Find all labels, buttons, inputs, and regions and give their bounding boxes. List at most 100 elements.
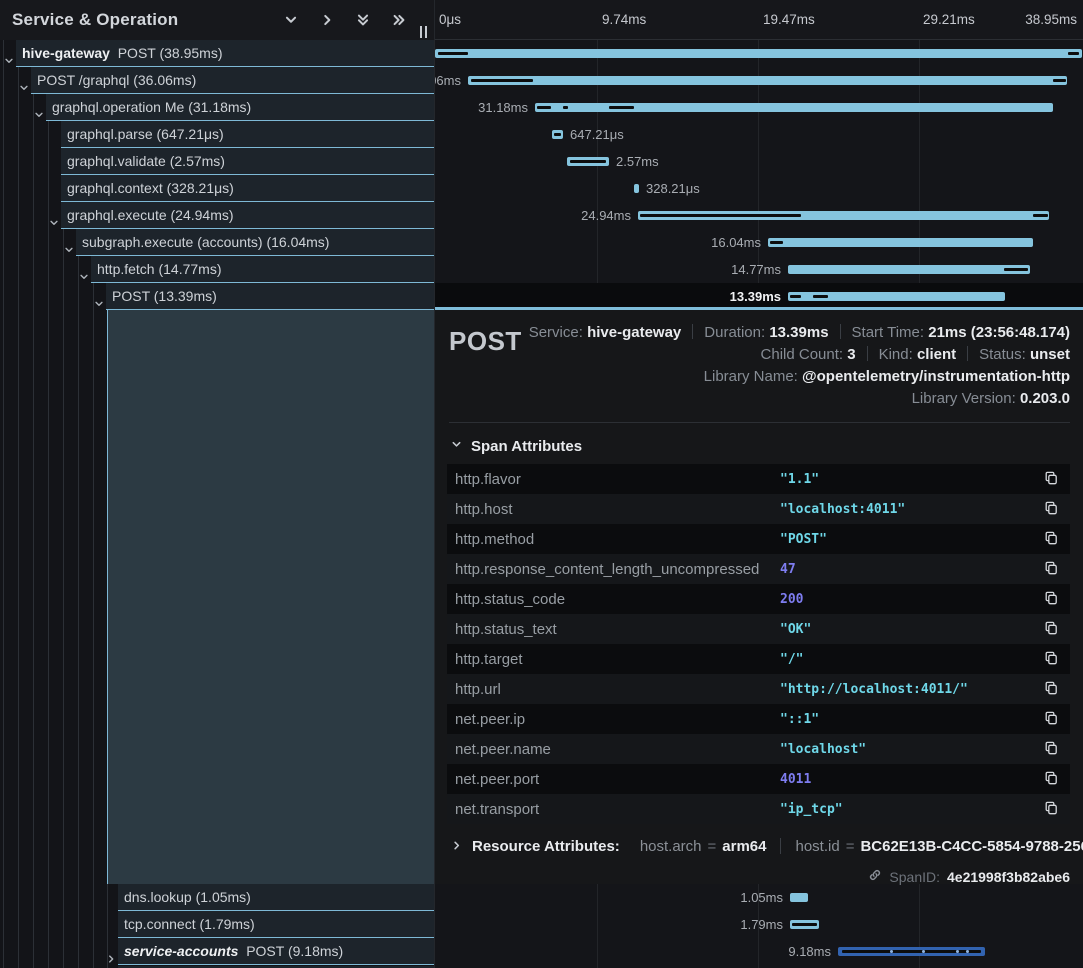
attribute-value: "/" xyxy=(780,652,1042,667)
bar-duration-label: 1.79ms xyxy=(740,911,783,938)
chevron-down-icon[interactable] xyxy=(34,102,44,128)
span-tree-row[interactable]: dns.lookup (1.05ms) xyxy=(118,884,434,911)
tree-header-title: Service & Operation xyxy=(12,10,178,30)
span-tree-row[interactable]: graphql.context (328.21μs) xyxy=(61,175,434,202)
span-tree-row[interactable]: POST /graphql (36.06ms) xyxy=(31,67,434,94)
copy-icon[interactable] xyxy=(1042,800,1060,818)
span-tree-row[interactable]: graphql.execute (24.94ms) xyxy=(61,202,434,229)
chevron-down-icon[interactable] xyxy=(19,75,29,101)
copy-icon[interactable] xyxy=(1042,710,1060,728)
attribute-key: http.host xyxy=(455,501,780,518)
selected-span-subtree-panel[interactable] xyxy=(107,310,434,884)
span-duration-bar[interactable] xyxy=(552,130,563,139)
bar-duration-label: 14.77ms xyxy=(731,256,781,283)
attribute-value: 4011 xyxy=(780,772,1042,787)
timeline-row: 1.05ms xyxy=(435,884,1083,911)
copy-icon[interactable] xyxy=(1042,500,1060,518)
resource-attributes-items: host.arch=arm64host.id=BC62E13B-C4CC-585… xyxy=(640,838,1083,855)
span-id-value: 4e21998f3b82abe6 xyxy=(947,869,1070,885)
indent-guide xyxy=(48,40,49,968)
span-duration-bar[interactable] xyxy=(638,211,1049,220)
meta-value: client xyxy=(917,346,956,363)
span-tree-row[interactable]: graphql.validate (2.57ms) xyxy=(61,148,434,175)
pane-resize-handle[interactable] xyxy=(420,26,429,38)
attribute-row: net.peer.ip"::1" xyxy=(447,704,1070,734)
chevron-down-icon[interactable] xyxy=(49,210,59,236)
span-tree-row[interactable]: graphql.operation Me (31.18ms) xyxy=(46,94,434,121)
span-duration-bar[interactable] xyxy=(838,947,985,956)
span-tree-row[interactable]: hive-gateway POST (38.95ms) xyxy=(16,40,434,67)
copy-icon[interactable] xyxy=(1042,590,1060,608)
chevron-right-icon[interactable] xyxy=(106,946,116,968)
chevron-down-icon[interactable] xyxy=(64,237,74,263)
span-attributes-section-header[interactable]: Span Attributes xyxy=(451,437,1070,455)
meta-label: Duration: xyxy=(704,324,769,341)
span-duration-bar[interactable] xyxy=(435,49,1082,58)
timeline-tick-label: 29.21ms xyxy=(923,0,975,40)
copy-icon[interactable] xyxy=(1042,680,1060,698)
span-duration-bar[interactable] xyxy=(788,265,1030,274)
span-tree-row[interactable]: graphql.parse (647.21μs) xyxy=(61,121,434,148)
copy-icon[interactable] xyxy=(1042,770,1060,788)
bar-duration-label: 9.18ms xyxy=(788,938,831,965)
span-tree-row[interactable]: http.fetch (14.77ms) xyxy=(91,256,434,283)
double-chevron-down-icon[interactable] xyxy=(355,13,370,28)
span-duration-bar[interactable] xyxy=(790,893,808,902)
bar-duration-label: 36.06ms xyxy=(434,67,461,94)
attribute-row: net.transport"ip_tcp" xyxy=(447,794,1070,824)
attribute-value: "ip_tcp" xyxy=(780,802,1042,817)
resource-attributes-row[interactable]: Resource Attributes: host.arch=arm64host… xyxy=(451,838,1070,855)
copy-icon[interactable] xyxy=(1042,740,1060,758)
span-meta: Service: hive-gatewayDuration: 13.39msSt… xyxy=(529,322,1070,410)
span-duration-bar[interactable] xyxy=(535,103,1053,112)
span-tree-pane: hive-gateway POST (38.95ms)POST /graphql… xyxy=(0,0,434,968)
meta-value: 3 xyxy=(847,346,855,363)
copy-icon[interactable] xyxy=(1042,470,1060,488)
attribute-key: http.target xyxy=(455,651,780,668)
span-duration-bar[interactable] xyxy=(634,184,639,193)
meta-value: 21ms (23:56:48.174) xyxy=(928,324,1070,341)
span-duration-bar[interactable] xyxy=(468,76,1067,85)
span-tree-row[interactable]: POST (13.39ms) xyxy=(106,283,434,310)
timeline-header xyxy=(435,0,1083,40)
attribute-value: "1.1" xyxy=(780,472,1042,487)
chevron-right-icon[interactable] xyxy=(319,13,334,28)
timeline-row: 16.04ms xyxy=(435,229,1083,256)
copy-icon[interactable] xyxy=(1042,620,1060,638)
attribute-value: "POST" xyxy=(780,532,1042,547)
meta-label: Service: xyxy=(529,324,587,341)
chevron-down-icon[interactable] xyxy=(283,13,298,28)
span-name-label: subgraph.execute (accounts) (16.04ms) xyxy=(82,234,329,250)
meta-divider xyxy=(692,324,693,339)
span-duration-bar[interactable] xyxy=(788,292,1005,301)
span-name-label: dns.lookup (1.05ms) xyxy=(124,889,251,905)
trace-viewer: 0μs9.74ms19.47ms29.21ms38.95ms 38.95ms36… xyxy=(0,0,1083,968)
meta-value: 13.39ms xyxy=(769,324,828,341)
copy-icon[interactable] xyxy=(1042,560,1060,578)
span-tree-row[interactable]: tcp.connect (1.79ms) xyxy=(118,911,434,938)
timeline-row: 36.06ms xyxy=(435,67,1083,94)
span-tree-row[interactable]: service-accounts POST (9.18ms) xyxy=(118,938,434,965)
chevron-down-icon[interactable] xyxy=(94,291,104,317)
attribute-key: http.status_text xyxy=(455,621,780,638)
attribute-value: "localhost" xyxy=(780,742,1042,757)
timeline-row: 9.18ms xyxy=(435,938,1083,965)
attribute-key: net.peer.ip xyxy=(455,711,780,728)
bar-duration-label: 647.21μs xyxy=(570,121,624,148)
timeline-pane: 0μs9.74ms19.47ms29.21ms38.95ms 38.95ms36… xyxy=(434,0,1083,968)
double-chevron-right-icon[interactable] xyxy=(391,13,406,28)
span-duration-bar[interactable] xyxy=(790,920,819,929)
chevron-down-icon[interactable] xyxy=(4,48,14,74)
bar-duration-label: 1.05ms xyxy=(740,884,783,911)
meta-value: hive-gateway xyxy=(587,324,681,341)
copy-icon[interactable] xyxy=(1042,650,1060,668)
meta-label: Child Count: xyxy=(761,346,848,363)
span-tree-row[interactable]: subgraph.execute (accounts) (16.04ms) xyxy=(76,229,434,256)
copy-icon[interactable] xyxy=(1042,530,1060,548)
resource-value: arm64 xyxy=(722,838,766,855)
span-duration-bar[interactable] xyxy=(567,157,609,166)
span-name-label: graphql.operation Me (31.18ms) xyxy=(52,99,251,115)
chevron-down-icon[interactable] xyxy=(79,264,89,290)
link-icon[interactable] xyxy=(868,868,882,885)
span-duration-bar[interactable] xyxy=(768,238,1033,247)
